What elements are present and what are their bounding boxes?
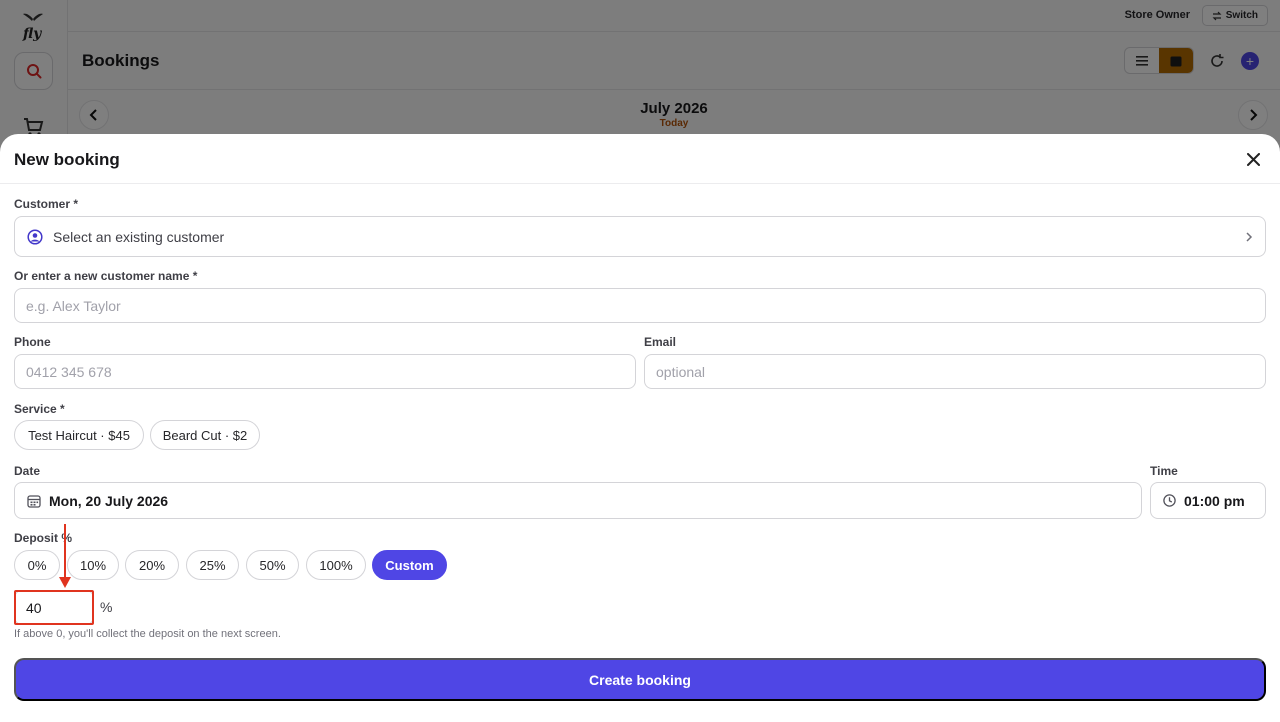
calendar-icon	[27, 494, 41, 508]
close-button[interactable]	[1244, 150, 1262, 168]
service-label: Service *	[14, 402, 65, 416]
service-option-test-haircut[interactable]: Test Haircut · $45	[14, 420, 144, 450]
close-icon	[1246, 152, 1260, 166]
percent-suffix: %	[100, 599, 113, 615]
email-input[interactable]	[645, 363, 1265, 380]
new-booking-sheet: New booking Customer * Select an existin…	[0, 134, 1280, 722]
new-customer-name-label: Or enter a new customer name *	[14, 269, 198, 283]
deposit-label: Deposit %	[14, 531, 73, 545]
phone-label: Phone	[14, 335, 51, 349]
create-booking-button[interactable]: Create booking	[14, 658, 1266, 701]
deposit-option-50[interactable]: 50%	[246, 550, 299, 580]
deposit-option-0[interactable]: 0%	[14, 550, 60, 580]
date-label: Date	[14, 464, 41, 478]
new-customer-name-input[interactable]	[15, 297, 1265, 314]
phone-input[interactable]	[15, 363, 635, 380]
customer-label: Customer *	[14, 197, 79, 211]
deposit-hint: If above 0, you'll collect the deposit o…	[14, 628, 281, 640]
date-value: Mon, 20 July 2026	[49, 492, 169, 509]
chevron-right-icon	[1246, 231, 1253, 242]
user-circle-icon	[27, 228, 43, 245]
service-option-beard-cut[interactable]: Beard Cut · $2	[150, 420, 260, 450]
time-picker[interactable]: 01:00 pm	[1150, 482, 1266, 519]
email-label: Email	[644, 335, 677, 349]
phone-field	[14, 354, 636, 389]
customer-select-placeholder: Select an existing customer	[53, 228, 225, 245]
custom-deposit-field	[14, 590, 94, 625]
clock-icon	[1163, 494, 1176, 507]
deposit-option-25[interactable]: 25%	[186, 550, 239, 580]
time-label: Time	[1150, 464, 1178, 478]
customer-select[interactable]: Select an existing customer	[14, 216, 1266, 257]
time-value: 01:00 pm	[1184, 492, 1245, 509]
deposit-option-100[interactable]: 100%	[306, 550, 366, 580]
deposit-option-custom[interactable]: Custom	[372, 550, 447, 580]
date-picker[interactable]: Mon, 20 July 2026	[14, 482, 1142, 519]
email-field	[644, 354, 1266, 389]
new-customer-name-field	[14, 288, 1266, 323]
deposit-option-20[interactable]: 20%	[125, 550, 179, 580]
sheet-header: New booking	[0, 134, 1280, 184]
custom-deposit-input[interactable]	[15, 599, 93, 616]
sheet-title: New booking	[14, 150, 120, 169]
deposit-option-10[interactable]: 10%	[67, 550, 119, 580]
